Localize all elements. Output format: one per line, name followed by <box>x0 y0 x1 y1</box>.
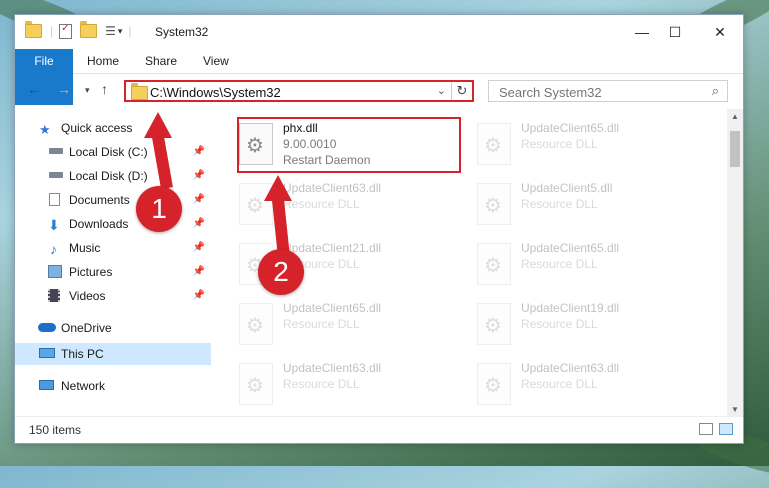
dll-file-icon <box>477 303 511 345</box>
new-folder-icon[interactable] <box>80 21 98 38</box>
sidebar-item-network[interactable]: Network <box>15 375 211 397</box>
minimize-button[interactable]: — <box>627 21 657 43</box>
tab-share[interactable]: Share <box>131 49 191 73</box>
file-item[interactable]: UpdateClient5.dll Resource DLL <box>477 179 697 235</box>
status-bar: 150 items <box>15 416 743 443</box>
address-bar[interactable]: C:\Windows\System32 ⌄ ↻ <box>124 80 474 102</box>
sidebar-item-quick-access[interactable]: ★ Quick access <box>15 117 211 139</box>
annotation-arrow-1 <box>144 112 172 138</box>
sidebar-item-onedrive[interactable]: OneDrive <box>15 317 211 339</box>
pin-icon[interactable]: 📌 <box>193 213 205 235</box>
close-button[interactable]: ✕ <box>705 21 735 43</box>
large-icons-view-icon[interactable] <box>719 423 733 435</box>
forward-arrow-icon[interactable]: → <box>57 81 71 97</box>
videos-icon <box>48 289 60 302</box>
ribbon-tabs: File Home Share View <box>15 49 743 105</box>
sidebar-item-downloads[interactable]: ⬇ Downloads 📌 <box>15 213 211 235</box>
file-highlight-box <box>237 117 461 173</box>
annotation-arrow-2 <box>264 175 292 201</box>
sidebar-item-local-disk-d[interactable]: Local Disk (D:) 📌 <box>15 165 211 187</box>
pin-icon[interactable]: 📌 <box>193 261 205 283</box>
file-item[interactable]: UpdateClient63.dll Resource DLL <box>477 359 697 411</box>
pin-icon[interactable]: 📌 <box>193 141 205 163</box>
sidebar-item-videos[interactable]: Videos 📌 <box>15 285 211 307</box>
navigation-row: ← → ▾ ↑ C:\Windows\System32 ⌄ ↻ ⌕ <box>15 73 743 109</box>
step-1-badge: 1 <box>136 186 182 232</box>
scroll-thumb[interactable] <box>730 131 740 167</box>
search-icon[interactable]: ⌕ <box>712 83 719 99</box>
file-item[interactable]: UpdateClient65.dll Resource DLL <box>477 119 697 175</box>
explorer-window: | ✓ ☰ ▾ | System32 — ☐ ✕ File Home Share… <box>14 14 744 444</box>
file-item[interactable]: UpdateClient65.dll Resource DLL <box>477 239 697 295</box>
dll-file-icon <box>477 363 511 405</box>
download-icon: ⬇ <box>48 217 60 233</box>
file-item[interactable]: UpdateClient19.dll Resource DLL <box>477 299 697 355</box>
network-icon <box>39 380 54 390</box>
dll-file-icon <box>477 243 511 285</box>
drive-icon <box>49 148 63 154</box>
search-box[interactable]: ⌕ <box>488 80 728 102</box>
refresh-icon[interactable]: ↻ <box>451 82 472 100</box>
address-path[interactable]: C:\Windows\System32 <box>150 85 281 100</box>
dll-file-icon <box>477 123 511 165</box>
vertical-scrollbar[interactable]: ▲ ▼ <box>727 109 743 417</box>
item-count: 150 items <box>29 423 82 437</box>
up-arrow-icon[interactable]: ↑ <box>101 81 108 97</box>
quick-access-toolbar: | ✓ ☰ ▾ | <box>25 21 132 39</box>
details-view-icon[interactable] <box>699 423 713 435</box>
tab-home[interactable]: Home <box>73 49 133 73</box>
address-dropdown-icon[interactable]: ⌄ <box>437 84 446 97</box>
tab-view[interactable]: View <box>189 49 243 73</box>
drive-icon <box>49 172 63 178</box>
properties-icon[interactable]: ✓ <box>59 23 73 39</box>
sidebar-item-pictures[interactable]: Pictures 📌 <box>15 261 211 283</box>
computer-icon <box>39 348 55 358</box>
dll-file-icon <box>477 183 511 225</box>
recent-locations-icon[interactable]: ▾ <box>85 85 90 96</box>
title-bar: | ✓ ☰ ▾ | System32 — ☐ ✕ <box>15 15 743 49</box>
cloud-icon <box>38 323 56 332</box>
folder-icon <box>25 21 42 38</box>
pictures-icon <box>48 265 62 278</box>
customize-icon[interactable]: ☰ <box>105 24 116 38</box>
window-title: System32 <box>155 25 209 39</box>
pin-icon[interactable]: 📌 <box>193 165 205 187</box>
sidebar-item-this-pc[interactable]: This PC <box>15 343 211 365</box>
maximize-button[interactable]: ☐ <box>660 21 690 43</box>
scroll-down-icon[interactable]: ▼ <box>727 405 743 414</box>
dll-file-icon <box>239 303 273 345</box>
qa-dropdown-icon[interactable]: ▾ <box>118 26 123 37</box>
documents-icon <box>49 193 60 206</box>
sidebar-item-music[interactable]: ♪ Music 📌 <box>15 237 211 259</box>
scroll-up-icon[interactable]: ▲ <box>727 112 743 121</box>
music-icon: ♪ <box>50 241 57 257</box>
address-folder-icon <box>131 83 148 100</box>
pin-icon[interactable]: 📌 <box>193 189 205 211</box>
pin-icon[interactable]: 📌 <box>193 285 205 307</box>
file-item[interactable]: UpdateClient65.dll Resource DLL <box>239 299 459 355</box>
dll-file-icon <box>239 363 273 405</box>
file-item[interactable]: UpdateClient63.dll Resource DLL <box>239 359 459 411</box>
sidebar-item-local-disk-c[interactable]: Local Disk (C:) 📌 <box>15 141 211 163</box>
step-2-badge: 2 <box>258 249 304 295</box>
navigation-pane: ★ Quick access Local Disk (C:) 📌 Local D… <box>15 109 211 411</box>
search-input[interactable] <box>497 82 701 102</box>
back-arrow-icon[interactable]: ← <box>27 81 41 97</box>
pin-icon[interactable]: 📌 <box>193 237 205 259</box>
star-icon: ★ <box>39 122 51 137</box>
